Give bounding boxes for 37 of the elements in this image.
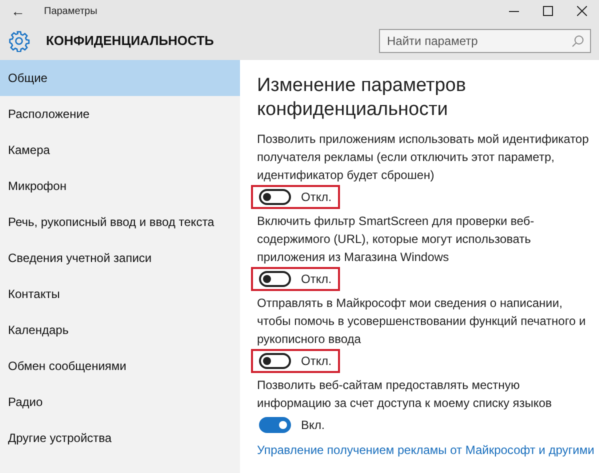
sidebar-item[interactable]: Контакты: [0, 276, 240, 312]
setting-description: Позволить приложениям использовать мой идентификатор получателя рекламы (если отключить этот параметр, идентификатор будет сброшен): [257, 131, 590, 184]
toggle-knob: [263, 275, 271, 283]
toggle-switch[interactable]: [259, 417, 291, 433]
setting-description: Включить фильтр SmartScreen для проверки веб-содержимого (URL), которые могут использовать приложения из Магазина Windows: [257, 213, 536, 266]
toggle-knob: [263, 193, 271, 201]
page-title: КОНФИДЕНЦИАЛЬНОСТЬ: [46, 33, 215, 48]
toggle-knob: [279, 421, 287, 429]
setting-description: Отправлять в Майкрософт мои сведения о написании, чтобы помочь в усовершенствовании функций печатного и рукописного ввода: [257, 295, 587, 348]
back-button[interactable]: ←: [0, 3, 36, 19]
toggle-switch[interactable]: [259, 189, 291, 205]
toggle-state-label: Откл.: [301, 272, 332, 286]
close-icon: [577, 6, 587, 16]
personalization-link[interactable]: Управление получением рекламы от Майкрософт и другими: [257, 441, 592, 459]
sidebar-item[interactable]: Обмен сообщениями: [0, 348, 240, 384]
setting-description: Позволить веб-сайтам предоставлять местную информацию за счет доступа к моему списку языков: [257, 377, 553, 412]
sidebar-item[interactable]: Сведения учетной записи: [0, 240, 240, 276]
settings-icon: [8, 30, 30, 52]
toggle-state-label: Вкл.: [301, 418, 325, 432]
sidebar-item[interactable]: Речь, рукописный ввод и ввод текста: [0, 204, 240, 240]
toggle-state-label: Откл.: [301, 190, 332, 204]
section-heading: Изменение параметров конфиденциальности: [257, 74, 467, 122]
sidebar-item[interactable]: Календарь: [0, 312, 240, 348]
window-title: Параметры: [44, 6, 98, 16]
sidebar-item[interactable]: Камера: [0, 132, 240, 168]
sidebar-item[interactable]: Микрофон: [0, 168, 240, 204]
toggle-switch[interactable]: [259, 271, 291, 287]
toggle-state-label: Откл.: [301, 354, 332, 368]
sidebar-item[interactable]: Расположение: [0, 96, 240, 132]
sidebar-item[interactable]: Общие: [0, 60, 240, 96]
toggle-knob: [263, 357, 271, 365]
toggle-switch[interactable]: [259, 353, 291, 369]
sidebar-item[interactable]: Радио: [0, 384, 240, 420]
maximize-icon: [543, 6, 553, 16]
search-field[interactable]: Найти параметр: [379, 28, 591, 52]
sidebar-item[interactable]: Другие устройства: [0, 420, 240, 456]
search-icon: [572, 34, 584, 46]
